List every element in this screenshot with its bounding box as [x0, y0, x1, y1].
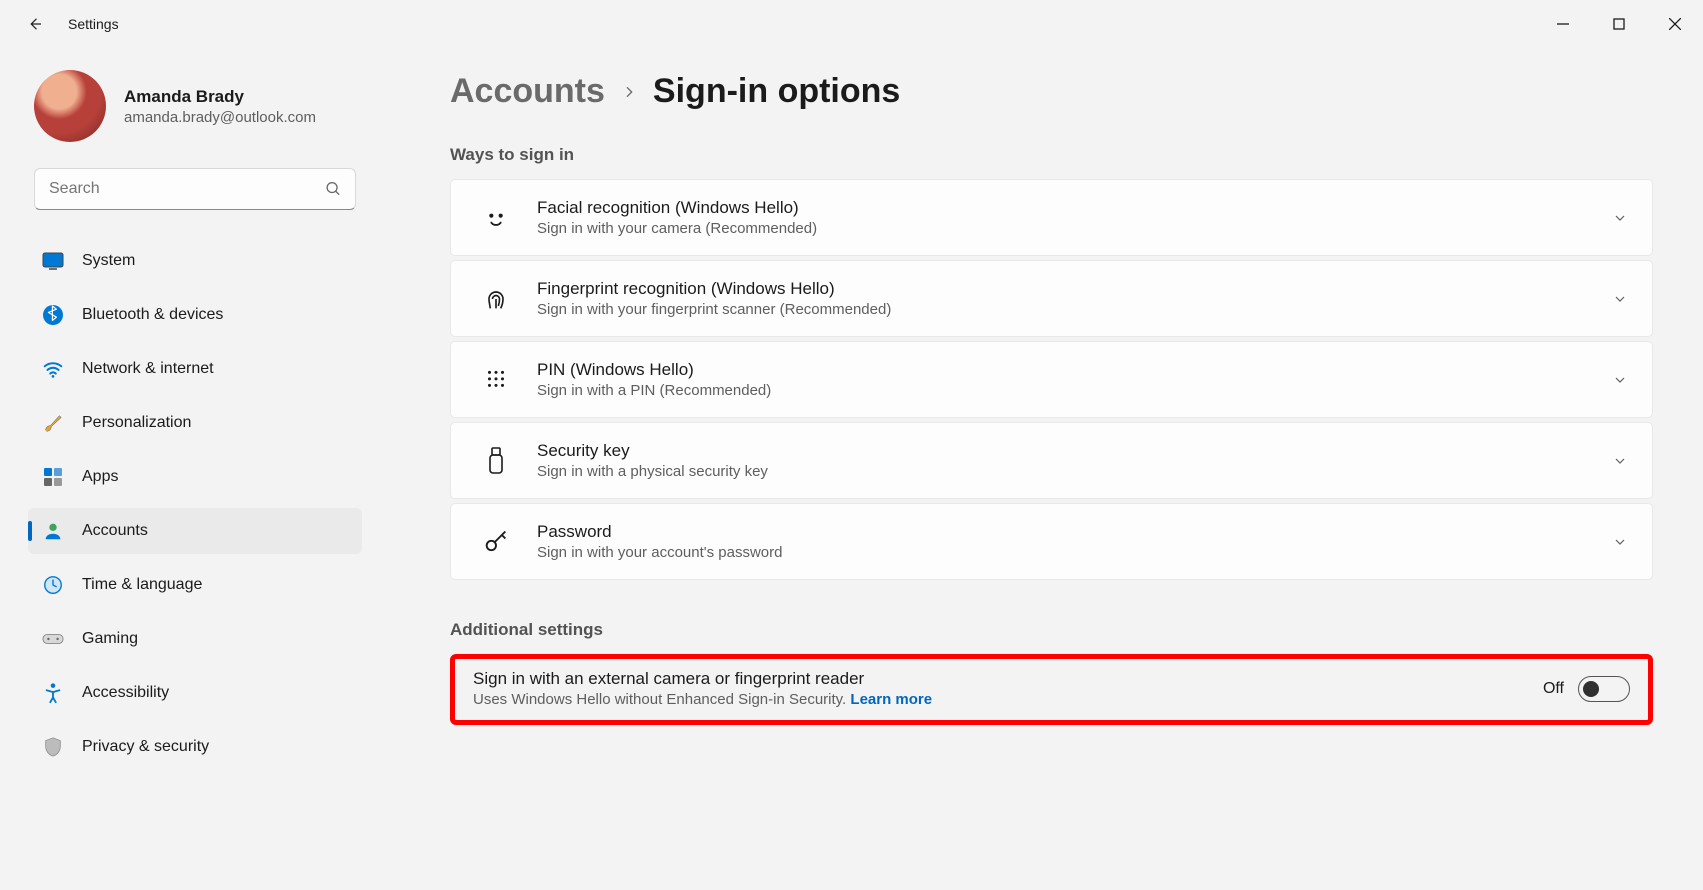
sidebar-item-label: Privacy & security: [82, 738, 209, 756]
main-content: Accounts Sign-in options Ways to sign in…: [380, 48, 1703, 890]
fingerprint-icon: [479, 282, 513, 316]
sidebar-item-accessibility[interactable]: Accessibility: [28, 670, 362, 716]
sidebar-item-bluetooth[interactable]: Bluetooth & devices: [28, 292, 362, 338]
chevron-right-icon: [621, 82, 637, 102]
keypad-icon: [479, 363, 513, 397]
sidebar-item-label: Time & language: [82, 576, 202, 594]
signin-option-facial[interactable]: Facial recognition (Windows Hello) Sign …: [450, 179, 1653, 256]
sidebar-item-accounts[interactable]: Accounts: [28, 508, 362, 554]
avatar: [34, 70, 106, 142]
card-title: Password: [537, 522, 1612, 542]
sidebar-item-network[interactable]: Network & internet: [28, 346, 362, 392]
sidebar-item-label: System: [82, 252, 135, 270]
signin-option-pin[interactable]: PIN (Windows Hello) Sign in with a PIN (…: [450, 341, 1653, 418]
sidebar-item-time-language[interactable]: Time & language: [28, 562, 362, 608]
sidebar-item-apps[interactable]: Apps: [28, 454, 362, 500]
accessibility-icon: [42, 682, 64, 704]
accounts-icon: [42, 520, 64, 542]
app-title: Settings: [68, 16, 119, 32]
sidebar-item-label: Accessibility: [82, 684, 169, 702]
card-title: Fingerprint recognition (Windows Hello): [537, 279, 1612, 299]
profile-email: amanda.brady@outlook.com: [124, 109, 316, 126]
gamepad-icon: [42, 628, 64, 650]
card-subtitle: Sign in with your account's password: [537, 544, 1612, 561]
usb-key-icon: [479, 444, 513, 478]
wifi-icon: [42, 358, 64, 380]
chevron-down-icon: [1612, 372, 1628, 388]
sidebar-item-label: Apps: [82, 468, 118, 486]
chevron-down-icon: [1612, 534, 1628, 550]
additional-title: Sign in with an external camera or finge…: [473, 669, 1543, 689]
signin-option-fingerprint[interactable]: Fingerprint recognition (Windows Hello) …: [450, 260, 1653, 337]
sidebar-item-personalization[interactable]: Personalization: [28, 400, 362, 446]
profile-name: Amanda Brady: [124, 87, 316, 107]
sidebar-item-label: Bluetooth & devices: [82, 306, 223, 324]
card-subtitle: Sign in with your camera (Recommended): [537, 220, 1612, 237]
breadcrumb: Accounts Sign-in options: [450, 72, 1653, 111]
toggle-label: Off: [1543, 680, 1564, 698]
search-field-wrap: [34, 168, 356, 210]
card-title: Security key: [537, 441, 1612, 461]
search-input[interactable]: [34, 168, 356, 210]
clock-globe-icon: [42, 574, 64, 596]
section-header-ways: Ways to sign in: [450, 145, 1653, 165]
chevron-down-icon: [1612, 453, 1628, 469]
sidebar-item-label: Gaming: [82, 630, 138, 648]
nav-list: System Bluetooth & devices Network & int…: [28, 238, 362, 770]
additional-setting-external-camera: Sign in with an external camera or finge…: [450, 654, 1653, 725]
sidebar-item-label: Network & internet: [82, 360, 214, 378]
card-subtitle: Sign in with your fingerprint scanner (R…: [537, 301, 1612, 318]
back-button[interactable]: [20, 9, 50, 39]
external-camera-toggle[interactable]: [1578, 676, 1630, 702]
maximize-icon: [1613, 18, 1625, 30]
sidebar: Amanda Brady amanda.brady@outlook.com Sy…: [0, 48, 380, 890]
card-subtitle: Sign in with a physical security key: [537, 463, 1612, 480]
section-header-additional: Additional settings: [450, 620, 1653, 640]
chevron-down-icon: [1612, 291, 1628, 307]
bluetooth-icon: [42, 304, 64, 326]
sidebar-item-system[interactable]: System: [28, 238, 362, 284]
system-icon: [42, 250, 64, 272]
key-icon: [479, 525, 513, 559]
brush-icon: [42, 412, 64, 434]
additional-subtitle: Uses Windows Hello without Enhanced Sign…: [473, 691, 1543, 708]
learn-more-link[interactable]: Learn more: [850, 691, 932, 708]
signin-option-password[interactable]: Password Sign in with your account's pas…: [450, 503, 1653, 580]
sidebar-item-gaming[interactable]: Gaming: [28, 616, 362, 662]
apps-icon: [42, 466, 64, 488]
toggle-group: Off: [1543, 676, 1630, 702]
close-icon: [1669, 18, 1681, 30]
signin-option-security-key[interactable]: Security key Sign in with a physical sec…: [450, 422, 1653, 499]
arrow-left-icon: [26, 15, 44, 33]
maximize-button[interactable]: [1591, 0, 1647, 48]
sidebar-item-label: Personalization: [82, 414, 191, 432]
title-bar: Settings: [0, 0, 1703, 48]
sidebar-item-privacy[interactable]: Privacy & security: [28, 724, 362, 770]
shield-icon: [42, 736, 64, 758]
sidebar-item-label: Accounts: [82, 522, 148, 540]
minimize-button[interactable]: [1535, 0, 1591, 48]
card-subtitle: Sign in with a PIN (Recommended): [537, 382, 1612, 399]
search-icon: [325, 181, 342, 198]
window-controls: [1535, 0, 1703, 48]
chevron-down-icon: [1612, 210, 1628, 226]
breadcrumb-parent[interactable]: Accounts: [450, 72, 605, 111]
toggle-knob: [1583, 681, 1599, 697]
face-icon: [479, 201, 513, 235]
card-title: Facial recognition (Windows Hello): [537, 198, 1612, 218]
breadcrumb-current: Sign-in options: [653, 72, 900, 111]
profile-block[interactable]: Amanda Brady amanda.brady@outlook.com: [28, 48, 362, 168]
signin-methods-list: Facial recognition (Windows Hello) Sign …: [450, 179, 1653, 580]
card-title: PIN (Windows Hello): [537, 360, 1612, 380]
minimize-icon: [1557, 18, 1569, 30]
close-button[interactable]: [1647, 0, 1703, 48]
